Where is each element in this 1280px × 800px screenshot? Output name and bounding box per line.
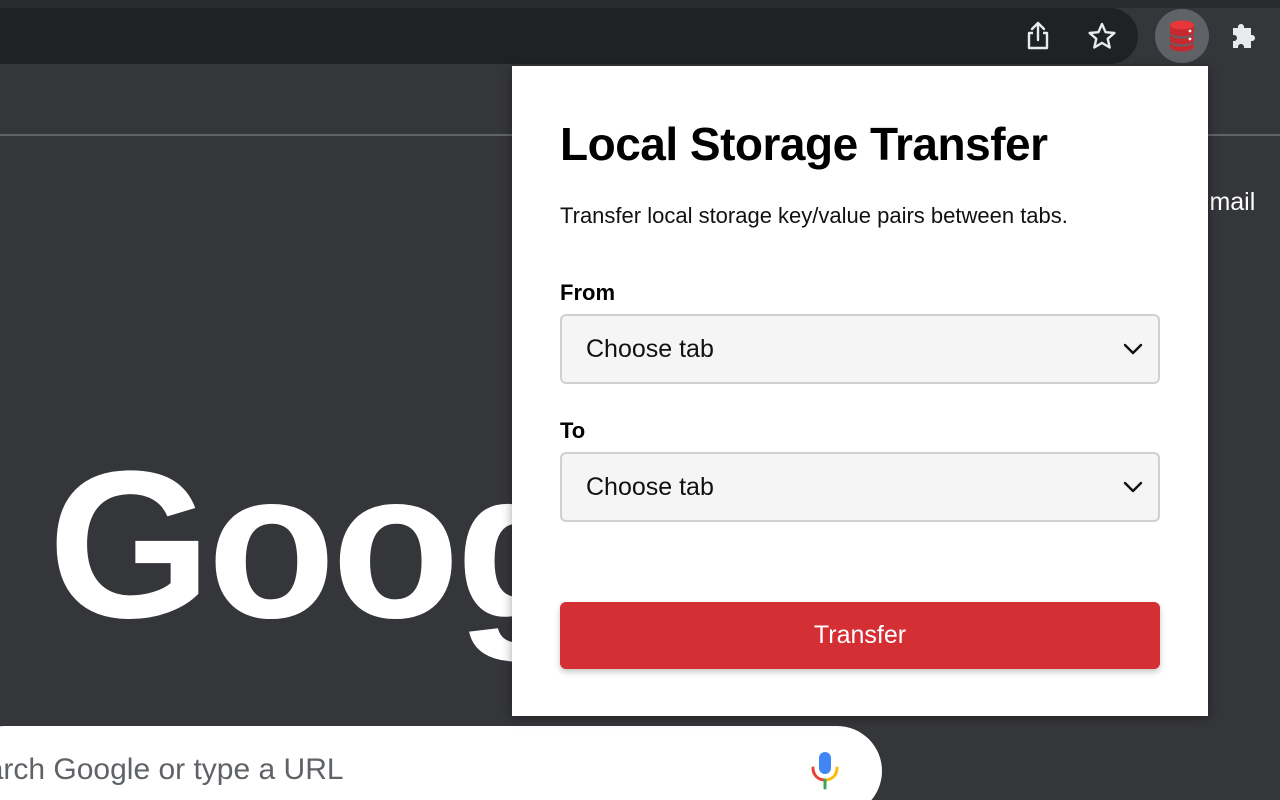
browser-toolbar	[0, 0, 1280, 64]
transfer-button[interactable]: Transfer	[560, 602, 1160, 669]
from-label: From	[560, 280, 615, 305]
chevron-down-icon	[1123, 481, 1143, 493]
share-icon[interactable]	[1014, 12, 1062, 60]
from-tab-select-value: Choose tab	[586, 334, 714, 363]
browser-window: Gmail Google Search Google or type a URL…	[0, 0, 1280, 800]
tab-strip	[0, 0, 1280, 8]
microphone-icon[interactable]	[808, 750, 842, 790]
bookmark-star-icon[interactable]	[1078, 12, 1126, 60]
extensions-puzzle-icon[interactable]	[1221, 12, 1269, 60]
popup-title: Local Storage Transfer	[560, 118, 1048, 170]
to-label: To	[560, 418, 586, 443]
to-tab-select[interactable]: Choose tab	[560, 452, 1160, 522]
chevron-down-icon	[1123, 343, 1143, 355]
extension-popup: Local Storage Transfer Transfer local st…	[512, 66, 1208, 716]
extension-database-icon[interactable]	[1155, 9, 1209, 63]
popup-description: Transfer local storage key/value pairs b…	[560, 203, 1068, 228]
from-tab-select[interactable]: Choose tab	[560, 314, 1160, 384]
to-tab-select-value: Choose tab	[586, 472, 714, 501]
search-placeholder[interactable]: Search Google or type a URL	[0, 752, 420, 788]
address-bar[interactable]	[0, 8, 1138, 64]
search-placeholder-text: Search Google or type a URL	[0, 753, 344, 786]
